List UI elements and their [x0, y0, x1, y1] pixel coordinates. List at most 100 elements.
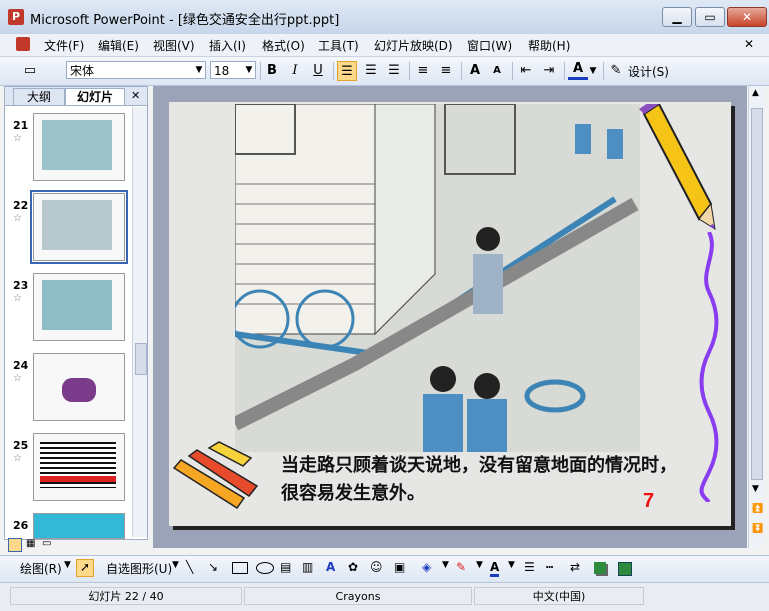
document-icon[interactable] — [16, 37, 30, 51]
bullet-list-icon[interactable]: ≡ — [436, 61, 456, 81]
align-right-icon[interactable]: ☰ — [384, 61, 404, 81]
oval-tool-icon[interactable] — [256, 562, 274, 574]
toolbar-separator — [260, 62, 261, 80]
menu-format[interactable]: 格式(O) — [262, 37, 305, 54]
scroll-up-icon[interactable]: ▲ — [752, 88, 759, 98]
select-pointer-icon[interactable]: ➚ — [76, 559, 94, 577]
bold-icon[interactable]: B — [262, 61, 282, 81]
toolbar-separator — [461, 62, 462, 80]
font-color-icon[interactable]: A — [568, 61, 588, 80]
slide-thumbnail[interactable] — [33, 113, 125, 181]
increase-indent-icon[interactable]: ⇥ — [539, 61, 559, 81]
thumbnail-number: 25 — [13, 439, 29, 452]
scroll-down-icon[interactable]: ▼ — [752, 484, 759, 494]
font-size-dropdown-icon[interactable]: ▼ — [242, 62, 256, 78]
normal-view-icon[interactable] — [8, 538, 22, 552]
clipart-icon[interactable]: ☺ — [370, 560, 383, 574]
slide-position-status: 幻灯片 22 / 40 — [10, 587, 242, 605]
arrow-style-icon[interactable]: ⇄ — [570, 560, 580, 574]
font-color-dropdown-icon[interactable]: ▼ — [588, 61, 598, 81]
line-color-icon[interactable]: ✎ — [456, 560, 466, 574]
align-center-icon[interactable]: ☰ — [361, 61, 381, 81]
maximize-button[interactable]: ▭ — [695, 7, 725, 27]
pane-tabs: 大纲 幻灯片 ✕ — [5, 87, 147, 106]
theme-status: Crayons — [244, 587, 472, 605]
font-color-draw-icon[interactable]: A — [490, 560, 500, 577]
thumbnail-number: 23 — [13, 279, 29, 292]
slides-pane-scrollbar[interactable] — [132, 107, 147, 537]
powerpoint-app-icon[interactable]: P — [8, 9, 24, 25]
3d-style-icon[interactable] — [618, 562, 632, 576]
slideshow-icon[interactable]: ▭ — [42, 538, 51, 549]
next-slide-icon[interactable]: ⏬ — [752, 524, 763, 534]
diagram-icon[interactable]: ✿ — [348, 560, 358, 574]
thumbnail-number: 21 — [13, 119, 29, 132]
menu-window[interactable]: 窗口(W) — [467, 37, 512, 54]
close-document-icon[interactable]: ✕ — [744, 37, 754, 51]
close-pane-icon[interactable]: ✕ — [131, 89, 140, 102]
crayons-decoration-icon — [172, 441, 259, 510]
insert-picture-icon[interactable]: ▣ — [394, 560, 405, 574]
slide-caption-text[interactable]: 当走路只顾着谈天说地，没有留意地面的情况时，很容易发生意外。 — [281, 452, 681, 508]
align-left-icon[interactable]: ☰ — [337, 61, 357, 81]
italic-icon[interactable]: I — [285, 61, 305, 81]
decrease-font-icon[interactable]: A — [487, 61, 507, 81]
textbox-tool-icon[interactable]: ▤ — [280, 560, 291, 574]
scrollbar-thumb[interactable] — [751, 108, 763, 480]
shadow-style-icon[interactable] — [594, 562, 606, 574]
slide-canvas[interactable]: 当走路只顾着谈天说地，没有留意地面的情况时，很容易发生意外。 7 — [169, 102, 731, 526]
fill-color-dropdown-icon[interactable]: ▼ — [442, 560, 449, 570]
draw-dropdown-icon[interactable]: ▼ — [64, 560, 71, 570]
dash-style-icon[interactable]: ┅ — [546, 560, 553, 574]
menu-view[interactable]: 视图(V) — [153, 37, 195, 54]
scrollbar-thumb[interactable] — [135, 343, 147, 375]
new-file-icon[interactable]: ▭ — [20, 61, 40, 81]
draw-menu-button[interactable]: 绘图(R) — [20, 560, 62, 577]
transition-star-icon: ☆ — [13, 453, 22, 464]
font-name-select[interactable]: 宋体 — [66, 61, 206, 79]
menu-help[interactable]: 帮助(H) — [528, 37, 570, 54]
slide-thumbnail[interactable] — [33, 353, 125, 421]
increase-font-icon[interactable]: A — [465, 61, 485, 81]
slide-thumbnail[interactable] — [33, 513, 125, 539]
close-window-button[interactable]: ✕ — [727, 7, 767, 27]
underline-icon[interactable]: U — [308, 61, 328, 81]
autoshapes-dropdown-icon[interactable]: ▼ — [172, 560, 179, 570]
transition-star-icon: ☆ — [13, 213, 22, 224]
fill-color-icon[interactable]: ◈ — [422, 560, 431, 574]
line-color-dropdown-icon[interactable]: ▼ — [476, 560, 483, 570]
minimize-button[interactable]: ▁ — [662, 7, 692, 27]
decrease-indent-icon[interactable]: ⇤ — [516, 61, 536, 81]
line-style-icon[interactable]: ☰ — [524, 560, 535, 574]
rectangle-tool-icon[interactable] — [232, 562, 248, 574]
toolbar-separator — [603, 62, 604, 80]
tab-outline[interactable]: 大纲 — [13, 88, 65, 105]
menu-bar: 文件(F) 编辑(E) 视图(V) 插入(I) 格式(O) 工具(T) 幻灯片放… — [0, 34, 769, 57]
menu-slideshow[interactable]: 幻灯片放映(D) — [374, 37, 453, 54]
view-buttons: ▦ ▭ — [8, 538, 148, 552]
toolbar-separator — [409, 62, 410, 80]
slide-vertical-scrollbar[interactable]: ▲ ▼ ⏫ ⏬ — [748, 86, 765, 548]
menu-tools[interactable]: 工具(T) — [318, 37, 359, 54]
font-color-draw-dropdown-icon[interactable]: ▼ — [508, 560, 515, 570]
previous-slide-icon[interactable]: ⏫ — [752, 504, 763, 514]
autoshapes-menu-button[interactable]: 自选图形(U) — [106, 560, 172, 577]
font-name-dropdown-icon[interactable]: ▼ — [192, 62, 206, 78]
slide-thumbnail[interactable] — [33, 433, 125, 501]
design-button[interactable]: 设计(S) — [628, 63, 669, 80]
menu-file[interactable]: 文件(F) — [44, 37, 84, 54]
tab-slides[interactable]: 幻灯片 — [65, 88, 125, 105]
line-tool-icon[interactable]: ╲ — [186, 560, 193, 574]
design-icon[interactable]: ✎ — [608, 61, 624, 81]
arrow-tool-icon[interactable]: ↘ — [208, 560, 218, 574]
vertical-textbox-icon[interactable]: ▥ — [302, 560, 313, 574]
menu-insert[interactable]: 插入(I) — [209, 37, 246, 54]
slide-sorter-icon[interactable]: ▦ — [26, 538, 35, 549]
menu-edit[interactable]: 编辑(E) — [98, 37, 139, 54]
thumbnail-number: 26 — [13, 519, 29, 532]
slide-thumbnail-selected[interactable] — [30, 190, 128, 264]
language-status: 中文(中国) — [474, 587, 644, 605]
wordart-icon[interactable]: A — [326, 560, 335, 574]
numbered-list-icon[interactable]: ≡ — [413, 61, 433, 81]
slide-thumbnail[interactable] — [33, 273, 125, 341]
